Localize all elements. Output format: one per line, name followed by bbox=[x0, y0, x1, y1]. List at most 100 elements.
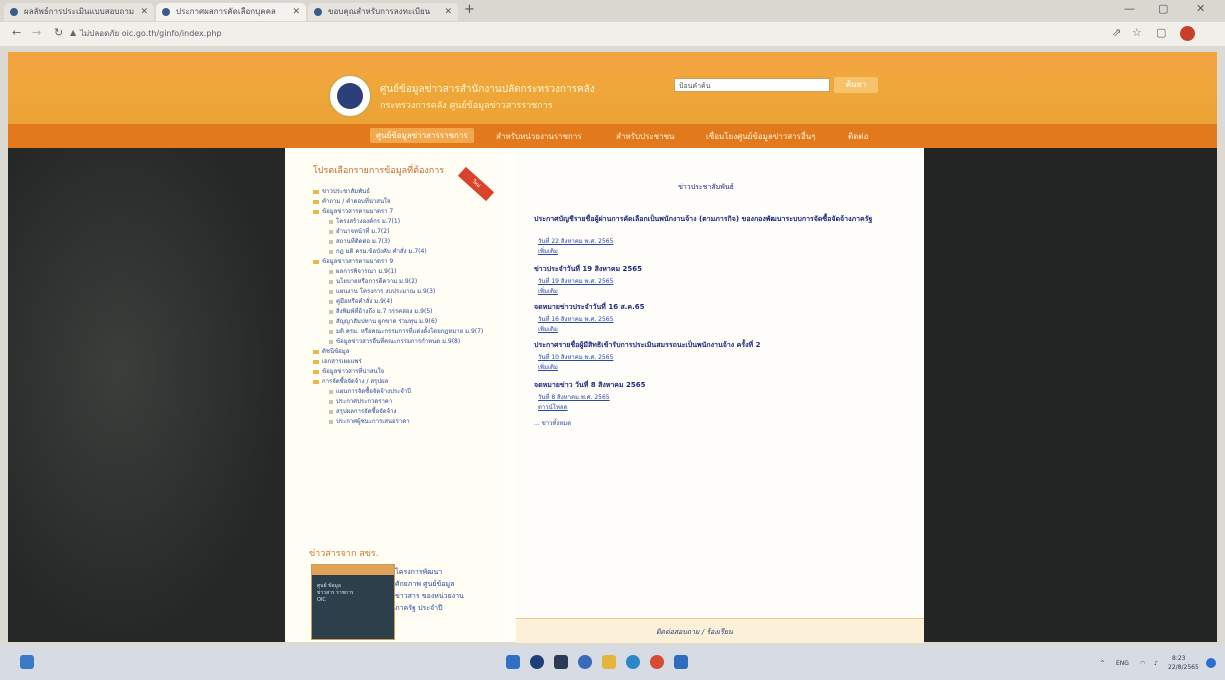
sidebar-item[interactable]: มติ ครม. หรือคณะกรรมการที่แต่งตั้งโดยกฎห… bbox=[329, 326, 483, 336]
browser-tab[interactable]: ผลลัพธ์การประเมินแบบสอบถาม ✕ bbox=[4, 3, 154, 21]
notification-icon[interactable] bbox=[1206, 658, 1216, 668]
forward-icon[interactable]: → bbox=[32, 26, 41, 39]
sidebar-item[interactable]: ผลการพิจารณา ม.9(1) bbox=[329, 266, 397, 276]
sidebar-item[interactable]: ประกาศประกวดราคา bbox=[329, 396, 392, 406]
menu-item-info-center[interactable]: ศูนย์ข้อมูลข่าวสารราชการ bbox=[370, 128, 474, 143]
sidebar-item[interactable]: ข้อมูลข่าวสารตามมาตรา 7 bbox=[313, 206, 393, 216]
sidebar-item[interactable]: เอกสารเผยแพร่ bbox=[313, 356, 362, 366]
article-date[interactable]: วันที่ 10 สิงหาคม พ.ศ. 2565 bbox=[538, 352, 613, 362]
menu-item-agencies[interactable]: สำหรับหน่วยงานราชการ bbox=[496, 130, 582, 143]
article-title[interactable]: จดหมายข่าว วันที่ 8 สิงหาคม 2565 bbox=[534, 380, 890, 391]
chrome-browser-icon[interactable] bbox=[650, 655, 664, 669]
sidebar-item-label: ข้อมูลข่าวสารตามมาตรา 9 bbox=[322, 258, 394, 265]
file-explorer-icon[interactable] bbox=[602, 655, 616, 669]
article-more-link[interactable]: เพิ่มเติม bbox=[538, 286, 558, 296]
article-date[interactable]: วันที่ 22 สิงหาคม พ.ศ. 2565 bbox=[538, 236, 613, 246]
page-viewport: ศูนย์ข้อมูลข่าวสารสำนักงานปลัดกระทรวงการ… bbox=[8, 52, 1217, 643]
chat-icon[interactable] bbox=[578, 655, 592, 669]
bookmark-star-icon[interactable]: ☆ bbox=[1132, 26, 1142, 39]
clock-date[interactable]: 22/8/2565 bbox=[1168, 664, 1199, 671]
sidebar-item[interactable]: สรุปผลการจัดซื้อจัดจ้าง bbox=[329, 406, 396, 416]
sidebar-item[interactable]: ประกาศผู้ชนะการเสนอราคา bbox=[329, 416, 410, 426]
close-tab-icon[interactable]: ✕ bbox=[140, 3, 148, 21]
sidebar-item[interactable]: การจัดซื้อจัดจ้าง / สรุปผล bbox=[313, 376, 388, 386]
share-icon[interactable]: ⇗ bbox=[1112, 26, 1121, 39]
site-favicon-icon bbox=[162, 8, 170, 16]
profile-avatar[interactable] bbox=[1180, 26, 1195, 41]
all-news-link[interactable]: ... ข่าวทั้งหมด bbox=[534, 418, 571, 428]
clock-time[interactable]: 8:23 bbox=[1172, 655, 1185, 662]
sidebar-item[interactable]: คำถาม / คำตอบที่น่าสนใจ bbox=[313, 196, 391, 206]
article-title[interactable]: ข่าวประจำวันที่ 19 สิงหาคม 2565 bbox=[534, 264, 890, 275]
article-more-link[interactable]: เพิ่มเติม bbox=[538, 362, 558, 372]
sidebar-item[interactable]: โครงสร้างองค์กร ม.7(1) bbox=[329, 216, 400, 226]
article-more-link[interactable]: เพิ่มเติม bbox=[538, 246, 558, 256]
sidebar-item[interactable]: สัญญาสัมปทาน ผูกขาด ร่วมทุน ม.9(6) bbox=[329, 316, 437, 326]
close-tab-icon[interactable]: ✕ bbox=[444, 3, 452, 21]
menu-item-contact[interactable]: ติดต่อ bbox=[848, 130, 868, 143]
word-app-icon[interactable] bbox=[674, 655, 688, 669]
footer-contact-link[interactable]: ติดต่อสอบถาม / ร้องเรียน bbox=[656, 627, 733, 638]
edge-browser-icon[interactable] bbox=[626, 655, 640, 669]
tray-chevron-icon[interactable]: ^ bbox=[1100, 660, 1105, 667]
close-window-button[interactable]: ✕ bbox=[1196, 2, 1205, 15]
browser-tab[interactable]: ประกาศผลการคัดเลือกบุคคล ✕ bbox=[156, 3, 306, 21]
main-menu: ศูนย์ข้อมูลข่าวสารราชการ สำหรับหน่วยงานร… bbox=[8, 124, 1217, 148]
document-icon bbox=[329, 229, 333, 234]
sidebar-item[interactable]: สิ่งพิมพ์ที่อ้างถึง ม.7 วรรคสอง ม.9(5) bbox=[329, 306, 432, 316]
tab-search-icon[interactable]: ▢ bbox=[1156, 26, 1166, 39]
document-icon bbox=[329, 419, 333, 424]
article-download-link[interactable]: ดาวน์โหลด bbox=[538, 402, 568, 412]
document-icon bbox=[329, 409, 333, 414]
sidebar-item-label: เอกสารเผยแพร่ bbox=[322, 358, 362, 365]
reload-icon[interactable]: ↻ bbox=[54, 26, 63, 39]
sidebar-item[interactable]: ดัชนีข้อมูล bbox=[313, 346, 349, 356]
sidebar-heading: โปรดเลือกรายการข้อมูลที่ต้องการ bbox=[313, 166, 445, 176]
volume-icon[interactable]: ♪ bbox=[1154, 660, 1158, 667]
close-tab-icon[interactable]: ✕ bbox=[292, 3, 300, 21]
article-title[interactable]: จดหมายข่าวประจำวันที่ 16 ส.ค.65 bbox=[534, 302, 890, 313]
warning-icon[interactable]: ▲ bbox=[70, 28, 76, 37]
sidebar-item[interactable]: ข่าวประชาสัมพันธ์ bbox=[313, 186, 370, 196]
sidebar-item[interactable]: อำนาจหน้าที่ ม.7(2) bbox=[329, 226, 389, 236]
sidebar-item[interactable]: ข้อมูลข่าวสารตามมาตรา 9 bbox=[313, 256, 393, 266]
start-menu-icon[interactable] bbox=[506, 655, 520, 669]
sidebar-item[interactable]: นโยบายหรือการตีความ ม.9(2) bbox=[329, 276, 417, 286]
wifi-icon[interactable]: ◠ bbox=[1140, 660, 1145, 667]
browser-tab[interactable]: ขอบคุณสำหรับการลงทะเบียน ✕ bbox=[308, 3, 458, 21]
sidebar-item[interactable]: แผนงาน โครงการ งบประมาณ ม.9(3) bbox=[329, 286, 435, 296]
maximize-button[interactable]: ▢ bbox=[1158, 2, 1168, 15]
menu-item-public[interactable]: สำหรับประชาชน bbox=[616, 130, 675, 143]
sidebar-item-label: ข้อมูลข่าวสารอื่นที่คณะกรรมการกำหนด ม.9(… bbox=[336, 338, 461, 345]
search-icon[interactable] bbox=[530, 655, 544, 669]
news-thumbnail[interactable]: ศูนย์ ข้อมูล ข่าวสาร ราชการ OIC bbox=[311, 564, 395, 640]
article-date[interactable]: วันที่ 19 สิงหาคม พ.ศ. 2565 bbox=[538, 276, 613, 286]
article-more-link[interactable]: เพิ่มเติม bbox=[538, 324, 558, 334]
new-ribbon: ใหม่ bbox=[457, 166, 495, 202]
search-input[interactable]: ป้อนคำค้น bbox=[674, 78, 830, 92]
news-link[interactable]: โครงการพัฒนาศักยภาพ ศูนย์ข้อมูลข่าวสาร ข… bbox=[395, 566, 467, 614]
menu-item-links[interactable]: เชื่อมโยงศูนย์ข้อมูลข่าวสารอื่นๆ bbox=[706, 130, 816, 143]
article-title[interactable]: ประกาศบัญชีรายชื่อผู้ผ่านการคัดเลือกเป็น… bbox=[534, 214, 890, 225]
back-icon[interactable]: ← bbox=[12, 26, 21, 39]
document-icon bbox=[329, 399, 333, 404]
article-date[interactable]: วันที่ 16 สิงหาคม พ.ศ. 2565 bbox=[538, 314, 613, 324]
sidebar-item[interactable]: คู่มือหรือคำสั่ง ม.9(4) bbox=[329, 296, 392, 306]
sidebar-item[interactable]: แผนการจัดซื้อจัดจ้างประจำปี bbox=[329, 386, 411, 396]
sidebar-item[interactable]: สถานที่ติดต่อ ม.7(3) bbox=[329, 236, 390, 246]
minimize-button[interactable]: — bbox=[1124, 2, 1135, 15]
folder-icon bbox=[313, 189, 319, 194]
article-title[interactable]: ประกาศรายชื่อผู้มีสิทธิเข้ารับการประเมิน… bbox=[534, 340, 890, 351]
widgets-icon[interactable] bbox=[20, 655, 34, 669]
url-field[interactable]: ไม่ปลอดภัย oic.go.th/ginfo/index.php bbox=[80, 27, 222, 40]
sidebar-item[interactable]: กฎ มติ ครม.ข้อบังคับ คำสั่ง ม.7(4) bbox=[329, 246, 427, 256]
sidebar-item[interactable]: ข้อมูลข่าวสารอื่นที่คณะกรรมการกำหนด ม.9(… bbox=[329, 336, 460, 346]
site-logo[interactable] bbox=[328, 74, 372, 118]
language-indicator[interactable]: ENG bbox=[1116, 660, 1129, 667]
background-right bbox=[924, 148, 1217, 642]
task-view-icon[interactable] bbox=[554, 655, 568, 669]
new-tab-button[interactable]: + bbox=[464, 2, 475, 17]
article-date[interactable]: วันที่ 8 สิงหาคม พ.ศ. 2565 bbox=[538, 392, 610, 402]
search-button[interactable]: ค้นหา bbox=[834, 77, 878, 93]
sidebar-item[interactable]: ข้อมูลข่าวสารที่น่าสนใจ bbox=[313, 366, 384, 376]
